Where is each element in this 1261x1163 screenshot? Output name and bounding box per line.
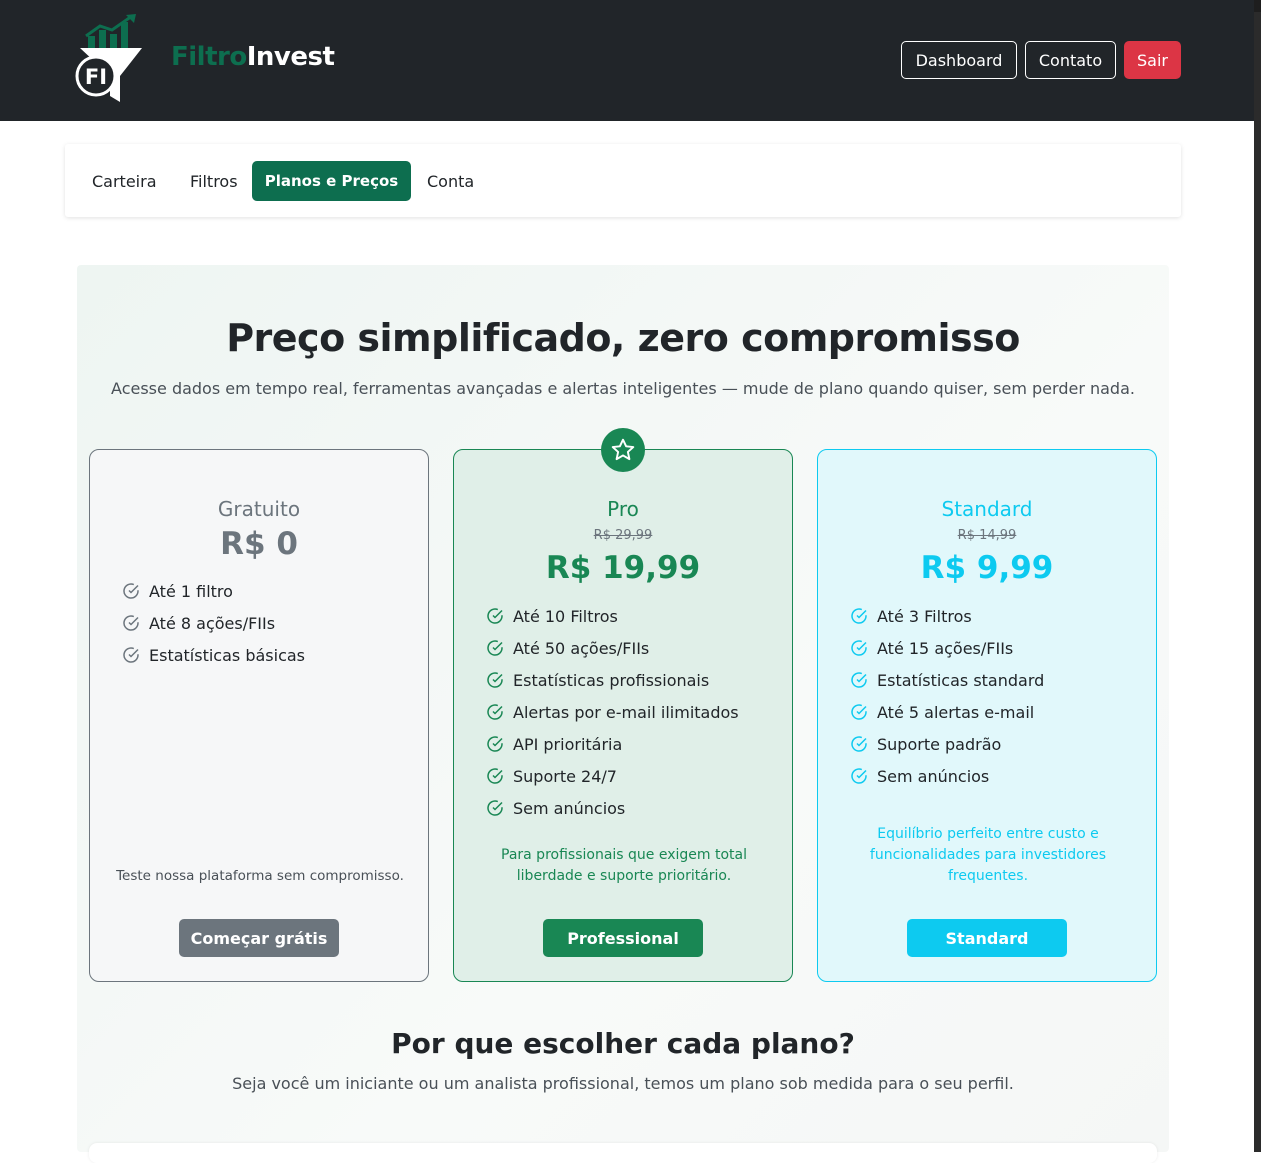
tab-carteira[interactable]: Carteira <box>92 161 157 201</box>
feature-item: Até 8 ações/FIIs <box>122 607 305 639</box>
check-circle-icon <box>487 672 503 688</box>
feature-item: Suporte 24/7 <box>486 760 739 792</box>
contato-button[interactable]: Contato <box>1025 41 1116 79</box>
check-circle-icon <box>851 704 867 720</box>
tab-filtros[interactable]: Filtros <box>190 161 238 201</box>
star-icon <box>611 438 635 461</box>
brand-part-1: Filtro <box>171 42 247 72</box>
plan-price: R$ 9,99 <box>920 550 1054 586</box>
why-subtitle: Seja você um iniciante ou um analista pr… <box>232 1074 1014 1093</box>
logout-button[interactable]: Sair <box>1124 41 1181 79</box>
check-circle-icon <box>487 800 503 816</box>
feature-item: Estatísticas básicas <box>122 639 305 671</box>
plan-card-gratuito: Gratuito R$ 0 Até 1 filtro Até 8 ações/F… <box>89 449 429 982</box>
check-circle-icon <box>851 640 867 656</box>
feature-item: Até 50 ações/FIIs <box>486 632 739 664</box>
check-circle-icon <box>487 640 503 656</box>
feature-item: Sem anúncios <box>850 760 1044 792</box>
tab-conta[interactable]: Conta <box>427 161 474 201</box>
feature-item: Até 5 alertas e-mail <box>850 696 1044 728</box>
feature-list: Até 3 Filtros Até 15 ações/FIIs Estatíst… <box>850 600 1044 792</box>
plan-price: R$ 19,99 <box>545 550 701 586</box>
check-circle-icon <box>851 672 867 688</box>
check-circle-icon <box>851 768 867 784</box>
feature-item: Até 1 filtro <box>122 575 305 607</box>
comparison-card <box>89 1143 1157 1163</box>
feature-item: Estatísticas standard <box>850 664 1044 696</box>
check-circle-icon <box>851 608 867 624</box>
professional-button[interactable]: Professional <box>543 919 703 957</box>
plan-old-price: R$ 29,99 <box>593 528 653 543</box>
plan-price: R$ 0 <box>220 526 298 562</box>
feature-item: Até 10 Filtros <box>486 600 739 632</box>
check-circle-icon <box>487 736 503 752</box>
tab-bar: Carteira Filtros Planos e Preços Conta <box>65 144 1181 217</box>
check-circle-icon <box>123 583 139 599</box>
plan-description: Teste nossa plataforma sem compromisso. <box>116 868 404 884</box>
plan-old-price: R$ 14,99 <box>957 528 1017 543</box>
brand-part-2: Invest <box>246 42 335 72</box>
feature-item: Sem anúncios <box>486 792 739 824</box>
feature-item: Até 15 ações/FIIs <box>850 632 1044 664</box>
plan-card-standard: Standard R$ 14,99 R$ 9,99 Até 3 Filtros … <box>817 449 1157 982</box>
check-circle-icon <box>123 647 139 663</box>
featured-badge <box>601 428 645 472</box>
dashboard-button[interactable]: Dashboard <box>901 41 1017 79</box>
feature-list: Até 10 Filtros Até 50 ações/FIIs Estatís… <box>486 600 739 824</box>
feature-item: Alertas por e-mail ilimitados <box>486 696 739 728</box>
page-subtitle: Acesse dados em tempo real, ferramentas … <box>111 379 1135 398</box>
svg-text:FI: FI <box>85 65 107 89</box>
feature-item: API prioritária <box>486 728 739 760</box>
scrollbar-up[interactable] <box>1254 0 1261 12</box>
feature-item: Até 3 Filtros <box>850 600 1044 632</box>
plan-description: Equilíbrio perfeito entre custo e funcio… <box>869 826 1107 884</box>
check-circle-icon <box>851 736 867 752</box>
page-title: Preço simplificado, zero compromisso <box>226 316 1020 360</box>
feature-item: Estatísticas profissionais <box>486 664 739 696</box>
check-circle-icon <box>487 608 503 624</box>
standard-button[interactable]: Standard <box>907 919 1067 957</box>
plan-name: Gratuito <box>217 497 301 521</box>
check-circle-icon <box>487 704 503 720</box>
logo-icon[interactable]: FI <box>74 14 146 104</box>
start-free-button[interactable]: Começar grátis <box>179 919 339 957</box>
brand-name[interactable]: FiltroInvest <box>171 42 335 72</box>
scrollbar[interactable] <box>1254 0 1261 1152</box>
feature-item: Suporte padrão <box>850 728 1044 760</box>
check-circle-icon <box>123 615 139 631</box>
plan-card-pro: Pro R$ 29,99 R$ 19,99 Até 10 Filtros Até… <box>453 449 793 982</box>
tab-planos-precos[interactable]: Planos e Preços <box>252 161 411 201</box>
feature-list: Até 1 filtro Até 8 ações/FIIs Estatístic… <box>122 575 305 671</box>
plan-name: Pro <box>607 497 639 521</box>
plan-description: Para profissionais que exigem total libe… <box>501 847 747 884</box>
navbar: FI FiltroInvest Dashboard Contato Sair <box>0 0 1254 121</box>
check-circle-icon <box>487 768 503 784</box>
why-title: Por que escolher cada plano? <box>391 1027 855 1060</box>
plan-name: Standard <box>941 497 1033 521</box>
